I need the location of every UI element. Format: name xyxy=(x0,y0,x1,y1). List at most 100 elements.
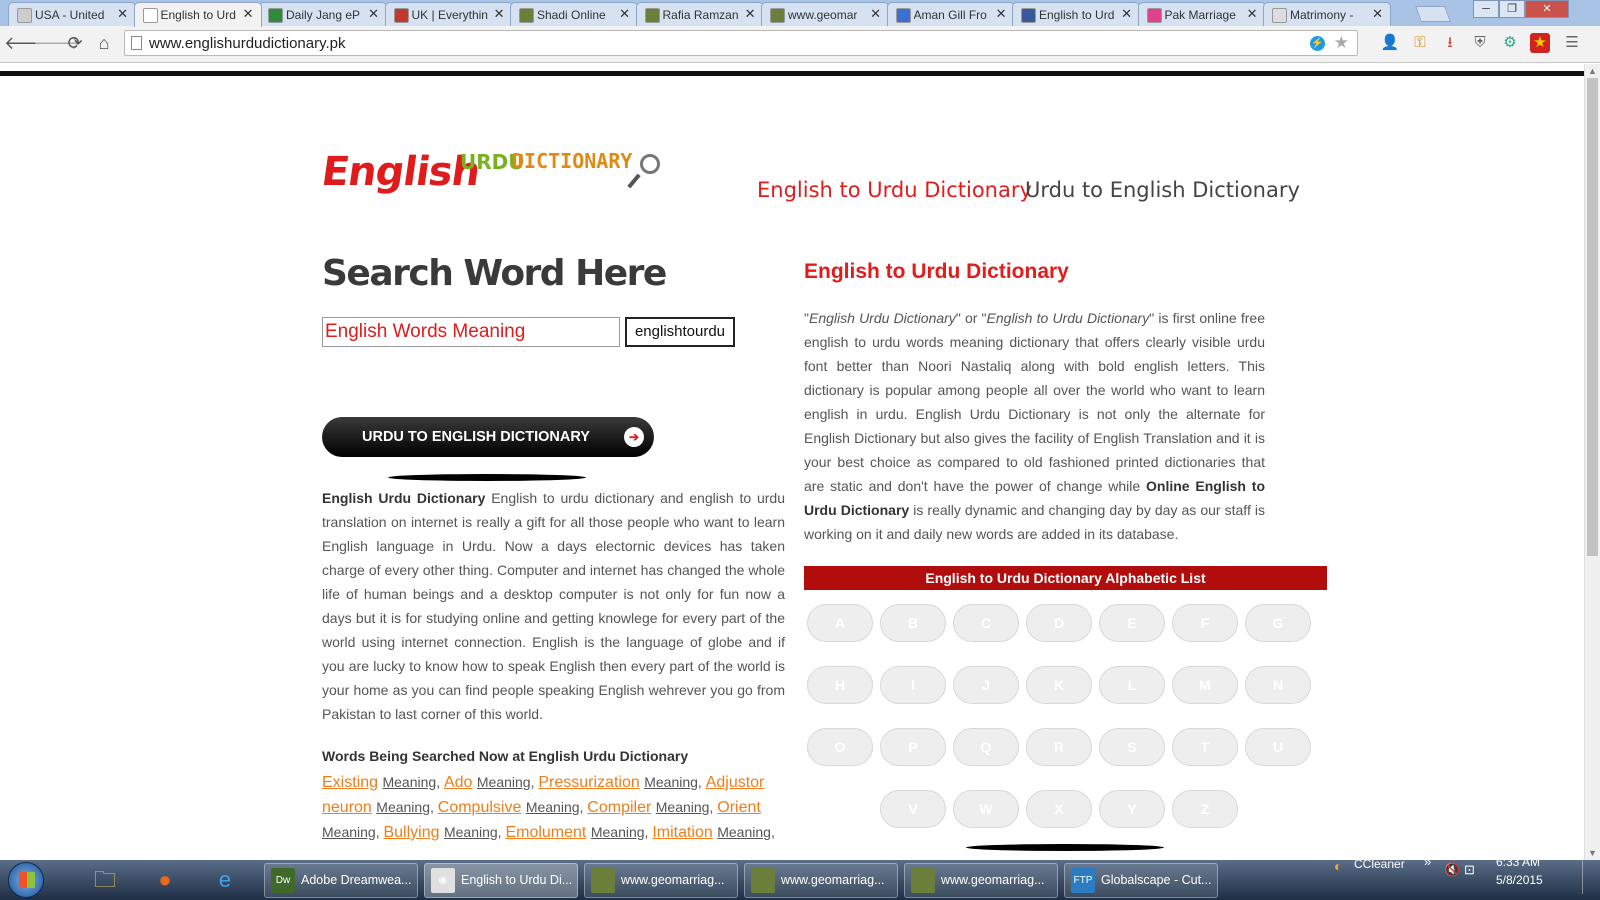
letter-button-v[interactable]: V xyxy=(880,790,946,828)
tab-close-icon[interactable]: ✕ xyxy=(996,6,1007,22)
forward-icon[interactable]: 🡒 xyxy=(33,31,81,55)
browser-tab[interactable]: Aman Gill Fro ✕ xyxy=(886,2,1015,26)
start-button[interactable] xyxy=(8,862,44,898)
tab-close-icon[interactable]: ✕ xyxy=(494,6,505,22)
tab-close-icon[interactable]: ✕ xyxy=(1372,6,1383,22)
searched-word-link[interactable]: Compiler xyxy=(587,799,651,816)
taskbar-window-button[interactable]: Dw Adobe Dreamwea... xyxy=(264,863,418,898)
letter-button-g[interactable]: G xyxy=(1245,604,1311,642)
letter-button-p[interactable]: P xyxy=(880,728,946,766)
tab-close-icon[interactable]: ✕ xyxy=(619,6,630,22)
search-button[interactable]: englishtourdu xyxy=(625,317,735,347)
letter-button-s[interactable]: S xyxy=(1099,728,1165,766)
meaning-link[interactable]: Meaning xyxy=(526,799,580,815)
taskbar-window-button[interactable]: www.geomarriag... xyxy=(744,863,898,898)
network-icon[interactable]: ⊡ xyxy=(1464,862,1475,878)
searched-word-link[interactable]: Imitation xyxy=(652,824,712,841)
scroll-up-icon[interactable]: ▲ xyxy=(1588,66,1597,76)
window-restore-button[interactable]: ❐ xyxy=(1499,0,1525,18)
browser-tab[interactable]: Daily Jang eP ✕ xyxy=(259,2,387,26)
taskbar-window-button[interactable]: www.geomarriag... xyxy=(584,863,738,898)
letter-button-n[interactable]: N xyxy=(1245,666,1311,704)
meaning-link[interactable]: Meaning xyxy=(717,824,771,840)
letter-button-y[interactable]: Y xyxy=(1099,790,1165,828)
tab-close-icon[interactable]: ✕ xyxy=(368,6,379,22)
clock-time[interactable]: 6:33 AM xyxy=(1496,855,1540,869)
letter-button-o[interactable]: O xyxy=(807,728,873,766)
reload-icon[interactable]: ⟳ xyxy=(63,31,87,55)
meaning-link[interactable]: Meaning xyxy=(477,774,531,790)
extension-shield-icon[interactable]: ⛨ xyxy=(1470,33,1490,53)
nav-urdu-to-english[interactable]: Urdu to English Dictionary xyxy=(1025,178,1300,202)
bookmark-star-icon[interactable]: ★ xyxy=(1334,33,1349,53)
site-logo[interactable]: English URDU DICTIONARY xyxy=(319,145,672,205)
tab-close-icon[interactable]: ✕ xyxy=(1121,6,1132,22)
browser-tab[interactable]: Matrimony - ✕ xyxy=(1263,2,1391,26)
search-input[interactable] xyxy=(322,317,620,347)
page-scrollbar[interactable]: ▲ ▼ xyxy=(1584,64,1600,860)
clock-date[interactable]: 5/8/2015 xyxy=(1496,873,1543,887)
scrollbar-thumb[interactable] xyxy=(1587,78,1598,556)
taskbar-window-button[interactable]: FTP Globalscape - Cut... xyxy=(1064,863,1218,898)
extension-js-icon[interactable]: ⚙ xyxy=(1500,33,1520,53)
letter-button-t[interactable]: T xyxy=(1172,728,1238,766)
tab-close-icon[interactable]: ✕ xyxy=(745,6,756,22)
volume-muted-icon[interactable]: 🔇 xyxy=(1444,862,1460,878)
searched-word-link[interactable]: Orient xyxy=(717,799,761,816)
tab-close-icon[interactable]: ✕ xyxy=(1247,6,1258,22)
searched-word-link[interactable]: Compulsive xyxy=(438,799,522,816)
letter-button-a[interactable]: A xyxy=(807,604,873,642)
meaning-link[interactable]: Meaning xyxy=(376,799,430,815)
searched-word-link[interactable]: Existing xyxy=(322,774,378,791)
browser-tab[interactable]: Pak Marriage ✕ xyxy=(1137,2,1266,26)
show-hidden-icons[interactable]: » xyxy=(1424,854,1431,869)
letter-button-x[interactable]: X xyxy=(1026,790,1092,828)
letter-button-r[interactable]: R xyxy=(1026,728,1092,766)
letter-button-k[interactable]: K xyxy=(1026,666,1092,704)
browser-tab[interactable]: www.geomar ✕ xyxy=(761,2,889,26)
letter-button-b[interactable]: B xyxy=(880,604,946,642)
lightning-icon[interactable]: ⚡ xyxy=(1310,36,1325,51)
window-minimize-button[interactable]: ─ xyxy=(1473,0,1499,18)
meaning-link[interactable]: Meaning xyxy=(322,824,376,840)
firefox-icon[interactable]: ● xyxy=(148,864,182,896)
letter-button-c[interactable]: C xyxy=(953,604,1019,642)
letter-button-u[interactable]: U xyxy=(1245,728,1311,766)
window-close-button[interactable]: ✕ xyxy=(1525,0,1569,18)
meaning-link[interactable]: Meaning xyxy=(656,799,710,815)
letter-button-m[interactable]: M xyxy=(1172,666,1238,704)
letter-button-w[interactable]: W xyxy=(953,790,1019,828)
show-desktop-button[interactable] xyxy=(1582,854,1595,894)
letter-button-i[interactable]: I xyxy=(880,666,946,704)
ie-icon[interactable]: e xyxy=(208,864,242,896)
browser-tab[interactable]: UK | Everythin ✕ xyxy=(384,2,513,26)
nav-english-to-urdu[interactable]: English to Urdu Dictionary xyxy=(757,178,1032,202)
searched-word-link[interactable]: Emolument xyxy=(505,824,586,841)
back-icon[interactable]: 🡐 xyxy=(4,31,52,55)
url-text[interactable]: www.englishurdudictionary.pk xyxy=(149,35,346,52)
letter-button-e[interactable]: E xyxy=(1099,604,1165,642)
searched-word-link[interactable]: Bullying xyxy=(383,824,439,841)
ccleaner-icon[interactable]: ◐ xyxy=(1334,858,1342,874)
meaning-link[interactable]: Meaning xyxy=(644,774,698,790)
menu-icon[interactable]: ☰ xyxy=(1562,33,1582,53)
address-bar[interactable]: www.englishurdudictionary.pk ⚡ ★ xyxy=(124,30,1358,56)
extension-person-icon[interactable]: 👤 xyxy=(1380,33,1400,53)
meaning-link[interactable]: Meaning xyxy=(444,824,498,840)
explorer-icon[interactable]: 🗀 xyxy=(88,864,122,896)
searched-word-link[interactable]: Pressurization xyxy=(538,774,639,791)
extension-key-icon[interactable]: ⚿ xyxy=(1410,33,1430,53)
tab-close-icon[interactable]: ✕ xyxy=(870,6,881,22)
taskbar-window-button[interactable]: www.geomarriag... xyxy=(904,863,1058,898)
browser-tab[interactable]: English to Urd ✕ xyxy=(133,2,262,27)
letter-button-h[interactable]: H xyxy=(807,666,873,704)
letter-button-d[interactable]: D xyxy=(1026,604,1092,642)
letter-button-z[interactable]: Z xyxy=(1172,790,1238,828)
tray-app-label[interactable]: CCleaner xyxy=(1354,857,1405,871)
meaning-link[interactable]: Meaning xyxy=(591,824,645,840)
extension-flag-icon[interactable]: ★ xyxy=(1530,33,1550,53)
new-tab-button[interactable] xyxy=(1415,6,1451,22)
letter-button-f[interactable]: F xyxy=(1172,604,1238,642)
letter-button-j[interactable]: J xyxy=(953,666,1019,704)
browser-tab[interactable]: Shadi Online ✕ xyxy=(510,2,638,26)
